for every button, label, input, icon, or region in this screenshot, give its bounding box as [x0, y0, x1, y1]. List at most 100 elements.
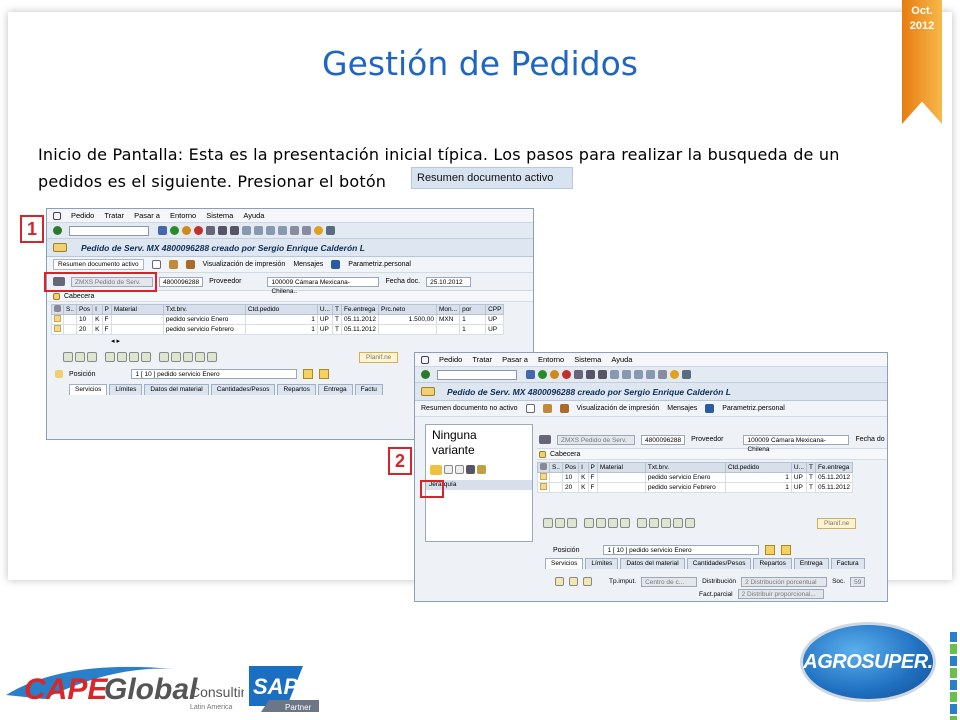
cell-cpp[interactable]: UP: [485, 314, 505, 325]
mensajes-button[interactable]: Mensajes: [293, 261, 323, 268]
cell-ctd[interactable]: 1: [724, 472, 792, 483]
row-select[interactable]: [51, 324, 64, 335]
cell-pos[interactable]: 10: [75, 314, 94, 325]
sort-asc-icon[interactable]: [159, 352, 169, 362]
info-icon[interactable]: [705, 404, 715, 413]
expand-icon[interactable]: [53, 292, 60, 300]
find-next-icon[interactable]: [598, 370, 607, 379]
cell-prc[interactable]: [378, 324, 438, 335]
details-icon[interactable]: [63, 352, 73, 362]
scroll-left-icon[interactable]: ◂: [111, 338, 115, 345]
cell-u[interactable]: UP: [316, 314, 333, 325]
sum-icon[interactable]: [195, 352, 205, 362]
check-icon[interactable]: [53, 226, 62, 235]
cell-i[interactable]: K: [92, 324, 103, 335]
sum-icon[interactable]: [673, 518, 683, 528]
next-item-button[interactable]: [781, 545, 792, 555]
paste-icon[interactable]: [129, 352, 139, 362]
doc-number-field[interactable]: 4800096288: [641, 434, 686, 445]
tab-servicios[interactable]: Servicios: [69, 384, 108, 395]
cell-pos[interactable]: 10: [561, 472, 580, 483]
copy-icon[interactable]: [444, 465, 453, 474]
cell-txt[interactable]: pedido servicio Enero: [162, 314, 246, 325]
back-icon[interactable]: [538, 370, 547, 379]
tab-limites[interactable]: Límites: [109, 384, 143, 395]
cell-t[interactable]: T: [331, 324, 342, 335]
cell-u[interactable]: UP: [790, 472, 807, 483]
last-page-icon[interactable]: [646, 370, 655, 379]
layout-icon[interactable]: [326, 226, 335, 235]
parametriz-personal-button[interactable]: Parametriz.personal: [348, 261, 411, 268]
col-por[interactable]: por: [459, 304, 487, 315]
col-mon[interactable]: Mon...: [436, 304, 461, 315]
cell-material[interactable]: [596, 482, 646, 493]
planif-button[interactable]: Planif.ne: [817, 517, 857, 529]
cell-material[interactable]: [110, 314, 164, 325]
row-checkbox[interactable]: [54, 325, 61, 332]
filter-icon[interactable]: [661, 518, 671, 528]
cell-por[interactable]: 1: [459, 314, 487, 325]
tab-repartos[interactable]: Repartos: [277, 384, 316, 395]
menu-ayuda[interactable]: Ayuda: [611, 355, 632, 364]
filter-icon[interactable]: [477, 465, 486, 474]
find-icon[interactable]: [586, 370, 595, 379]
cell-p[interactable]: F: [101, 324, 112, 335]
tab-servicios[interactable]: Servicios: [545, 558, 584, 569]
col-txt[interactable]: Txt.brv.: [644, 462, 726, 473]
table-row[interactable]: 10 K F pedido servicio Enero 1 UP T 05.1…: [51, 314, 505, 325]
find-next-icon[interactable]: [230, 226, 239, 235]
find-icon[interactable]: [218, 226, 227, 235]
new-session-icon[interactable]: [290, 226, 299, 235]
display-change-icon[interactable]: [559, 404, 569, 413]
cell-mon[interactable]: MXN: [436, 314, 461, 325]
cell-t[interactable]: T: [805, 482, 816, 493]
tab-factura[interactable]: Factura: [830, 558, 865, 569]
menu-sistema[interactable]: Sistema: [206, 211, 233, 220]
cell-i[interactable]: K: [578, 472, 589, 483]
delete-icon[interactable]: [87, 352, 97, 362]
cell-fe[interactable]: 05.11.2012: [814, 482, 854, 493]
add-icon[interactable]: [75, 352, 85, 362]
command-field[interactable]: [69, 225, 149, 236]
col-pos[interactable]: Pos: [75, 304, 94, 315]
menu-entorno[interactable]: Entorno: [538, 355, 564, 364]
cell-txt[interactable]: pedido servicio Enero: [644, 472, 726, 483]
proveedor-field[interactable]: 100009 Cámara Mexicana-Chilena..: [267, 276, 380, 295]
col-i[interactable]: I: [578, 462, 589, 473]
col-ctd[interactable]: Ctd.pedido: [244, 304, 318, 315]
command-field[interactable]: [437, 369, 517, 380]
col-status[interactable]: S..: [549, 462, 563, 473]
cell-u[interactable]: UP: [790, 482, 807, 493]
table-row[interactable]: 20 K F pedido servicio Febrero 1 UP T 05…: [537, 482, 854, 493]
menu-icon[interactable]: [421, 355, 429, 364]
resumen-documento-activo-button[interactable]: Resumen documento activo: [53, 259, 144, 270]
display-change-icon[interactable]: [185, 260, 195, 269]
cell-t[interactable]: T: [805, 472, 816, 483]
cell-pos[interactable]: 20: [75, 324, 94, 335]
doc-number-field[interactable]: 4800096288: [159, 276, 204, 287]
planif-button[interactable]: Planif.ne: [359, 351, 399, 363]
back-icon[interactable]: [170, 226, 179, 235]
cut-icon[interactable]: [117, 352, 127, 362]
menu-ayuda[interactable]: Ayuda: [243, 211, 264, 220]
cell-por[interactable]: 1: [459, 324, 487, 335]
next-page-icon[interactable]: [634, 370, 643, 379]
col-fe[interactable]: Fe.entrega: [814, 462, 854, 473]
details-icon[interactable]: [543, 518, 553, 528]
col-select[interactable]: [537, 462, 550, 473]
exit-icon[interactable]: [182, 226, 191, 235]
imput-icon-3[interactable]: [583, 577, 592, 586]
cell-ctd[interactable]: 1: [724, 482, 792, 493]
col-cpp[interactable]: CPP: [485, 304, 505, 315]
help-icon[interactable]: [314, 226, 323, 235]
resumen-documento-no-activo-button[interactable]: Resumen documento no activo: [421, 405, 518, 412]
delete-icon[interactable]: [567, 518, 577, 528]
menu-tratar[interactable]: Tratar: [104, 211, 124, 220]
undo-icon[interactable]: [620, 518, 630, 528]
cell-pos[interactable]: 20: [561, 482, 580, 493]
cell-fe[interactable]: 05.11.2012: [340, 324, 380, 335]
cancel-icon[interactable]: [194, 226, 203, 235]
first-page-icon[interactable]: [242, 226, 251, 235]
add-icon[interactable]: [555, 518, 565, 528]
cell-txt[interactable]: pedido servicio Febrero: [644, 482, 726, 493]
